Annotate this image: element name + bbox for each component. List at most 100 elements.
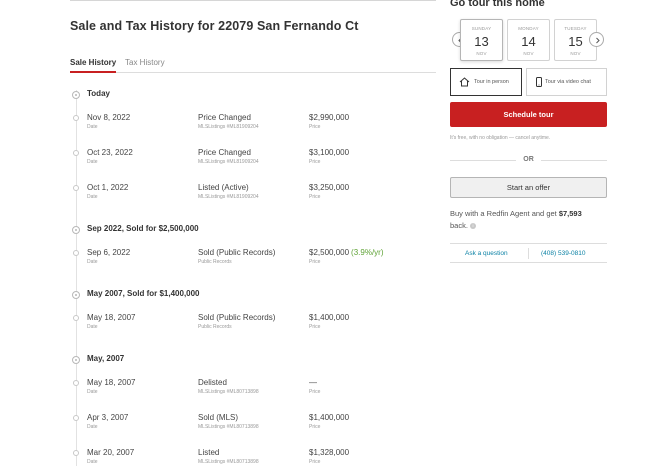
timeline-event-marker-icon [73, 250, 79, 256]
history-tabs: Sale History Tax History [70, 58, 436, 73]
agent-promo-amount: $7,593 [558, 209, 582, 218]
phone-link[interactable]: (408) 539-0810 [541, 250, 585, 257]
tour-date-weekday: MONDAY [518, 26, 539, 31]
or-divider: OR [450, 154, 607, 166]
event-source: MLSListings #ML80713898 [198, 459, 259, 465]
chevron-right-icon [595, 37, 600, 43]
event-price: $2,990,000 [309, 113, 350, 122]
event-date: Sep 6, 2022 [87, 248, 131, 257]
event-price-cell: $1,400,000 [309, 413, 349, 422]
event-type: Sold (Public Records) [198, 313, 276, 322]
tour-video-chat-option[interactable]: Tour via video chat [526, 68, 607, 96]
timeline-event-marker-icon [73, 450, 79, 456]
event-date: Oct 23, 2022 [87, 148, 133, 157]
event-price: $1,400,000 [309, 413, 350, 422]
tour-in-person-option[interactable]: Tour in person [450, 68, 522, 96]
timeline-event-marker-icon [73, 315, 79, 321]
event-source: MLSListings #ML81909204 [198, 194, 259, 200]
tab-tax-history[interactable]: Tax History [125, 58, 165, 67]
timeline-group-label: Today [87, 89, 110, 98]
schedule-tour-button[interactable]: Schedule tour [450, 102, 607, 127]
timeline-group-marker-icon [72, 91, 80, 99]
timeline-event-marker-icon [73, 150, 79, 156]
phone-icon [536, 77, 542, 87]
event-type: Sold (MLS) [198, 413, 239, 422]
event-price-cell: $3,250,000 [309, 183, 349, 192]
event-price: $3,250,000 [309, 183, 350, 192]
tour-date-weekday: SUNDAY [471, 26, 492, 31]
event-date-label: Date [87, 124, 98, 130]
top-divider [70, 0, 436, 1]
timeline-event-marker-icon [73, 380, 79, 386]
agent-promo-suffix: back. [450, 221, 468, 230]
event-type: Delisted [198, 378, 227, 387]
event-type: Listed (Active) [198, 183, 249, 192]
dates-next-button[interactable] [589, 32, 604, 47]
ask-question-link[interactable]: Ask a question [465, 250, 508, 257]
event-price-label: Price [309, 424, 321, 430]
tour-date-card[interactable]: SUNDAY 13 NOV [460, 19, 503, 61]
tour-date-month: NOV [523, 51, 534, 56]
timeline-event-marker-icon [73, 185, 79, 191]
event-date-label: Date [87, 424, 98, 430]
event-type: Price Changed [198, 113, 251, 122]
tour-date-month: NOV [570, 51, 581, 56]
event-date: May 18, 2007 [87, 378, 136, 387]
event-type: Listed [198, 448, 220, 457]
event-date-label: Date [87, 324, 98, 330]
event-source: MLSListings #ML80713898 [198, 389, 259, 395]
event-date: May 18, 2007 [87, 313, 136, 322]
event-type: Sold (Public Records) [198, 248, 276, 257]
timeline-group-label: May 2007, Sold for $1,400,000 [87, 289, 200, 298]
agent-promo-prefix: Buy with a Redfin Agent and get [450, 209, 559, 218]
event-price: $3,100,000 [309, 148, 350, 157]
event-price: $1,400,000 [309, 313, 350, 322]
event-source: Public Records [198, 324, 232, 330]
event-source: MLSListings #ML81909204 [198, 124, 259, 130]
history-event-row: Oct 1, 2022 Date Listed (Active) MLSListing… [70, 183, 436, 207]
timeline-event-marker-icon [73, 415, 79, 421]
timeline-line [75, 90, 77, 466]
event-date: Nov 8, 2022 [87, 113, 131, 122]
house-icon [459, 77, 470, 87]
event-type: Price Changed [198, 148, 251, 157]
tour-date-card[interactable]: MONDAY 14 NOV [507, 19, 550, 61]
event-price-label: Price [309, 389, 321, 395]
history-event-row: Mar 20, 2007 Date Listed MLSListings #ML807… [70, 448, 436, 466]
tour-title: Go tour this home [450, 0, 545, 9]
section-title: Sale and Tax History for 22079 San Ferna… [70, 19, 359, 33]
event-price-label: Price [309, 259, 321, 265]
tour-video-chat-label: Tour via video chat [545, 79, 591, 85]
start-offer-button[interactable]: Start an offer [450, 177, 607, 198]
timeline-group-marker-icon [72, 356, 80, 364]
event-price-label: Price [309, 159, 321, 165]
event-price-label: Price [309, 459, 321, 465]
event-date-label: Date [87, 259, 98, 265]
event-price-label: Price [309, 124, 321, 130]
tour-date-number: 13 [474, 34, 489, 49]
history-event-row: Apr 3, 2007 Date Sold (MLS) MLSListings #ML… [70, 413, 436, 437]
tour-date-month: NOV [476, 51, 487, 56]
event-date-label: Date [87, 159, 98, 165]
history-event-row: May 18, 2007 Date Delisted MLSListings #ML8… [70, 378, 436, 402]
event-date-label: Date [87, 194, 98, 200]
event-date: Mar 20, 2007 [87, 448, 135, 457]
redfin-agent-promo: Buy with a Redfin Agent and get $7,593 b… [450, 208, 610, 232]
contact-row: Ask a question (408) 539-0810 [450, 243, 607, 263]
timeline-event-marker-icon [73, 115, 79, 121]
event-price-label: Price [309, 194, 321, 200]
event-price-cell: — [309, 378, 317, 387]
tour-date-number: 14 [521, 34, 536, 49]
event-date: Oct 1, 2022 [87, 183, 129, 192]
history-event-row: Oct 23, 2022 Date Price Changed MLSListings… [70, 148, 436, 172]
event-price-cell: $1,400,000 [309, 313, 349, 322]
info-icon[interactable]: i [470, 223, 477, 230]
event-date-label: Date [87, 459, 98, 465]
tab-sale-history[interactable]: Sale History [70, 58, 117, 73]
contact-separator [528, 248, 529, 259]
event-appreciation: (3.9%/yr) [351, 248, 384, 257]
event-price-cell: $1,328,000 [309, 448, 349, 457]
event-price-cell: $2,500,000 (3.9%/yr) [309, 248, 384, 257]
event-price-cell: $3,100,000 [309, 148, 349, 157]
event-date-label: Date [87, 389, 98, 395]
